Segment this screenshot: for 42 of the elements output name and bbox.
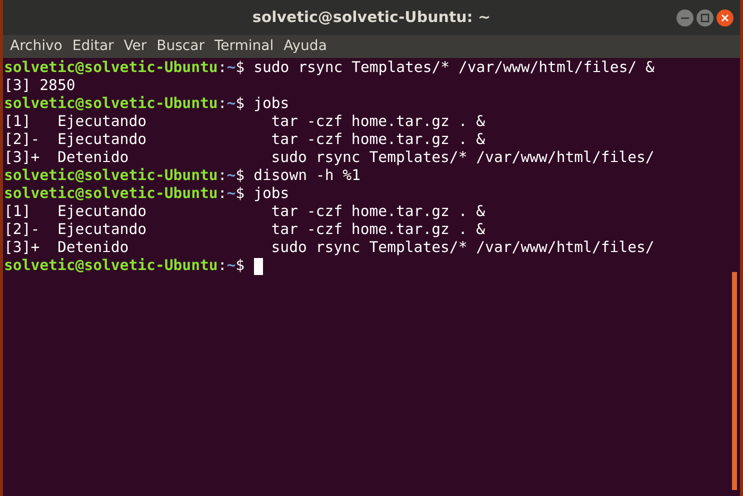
- output-line: [2]- Ejecutando tar -czf home.tar.gz . &: [4, 221, 486, 239]
- output-line: [3]+ Detenido sudo rsync Templates/* /var/www/html/files/: [4, 239, 654, 257]
- prompt-user-host: solvetic@solvetic-Ubuntu: [4, 59, 218, 77]
- command-text: jobs: [254, 95, 290, 113]
- prompt-user-host: solvetic@solvetic-Ubuntu: [4, 95, 218, 113]
- output-line: [3]+ Detenido sudo rsync Templates/* /var/www/html/files/: [4, 149, 654, 167]
- prompt-directory: ~: [226, 59, 236, 77]
- prompt-user-host: solvetic@solvetic-Ubuntu: [4, 257, 218, 275]
- output-line: [3] 2850: [4, 77, 76, 95]
- prompt-directory: ~: [226, 257, 236, 275]
- prompt-symbol: $: [236, 185, 245, 203]
- prompt-colon: :: [218, 167, 227, 185]
- prompt-colon: :: [218, 59, 227, 77]
- prompt-symbol: $: [236, 257, 245, 275]
- text-cursor: [254, 258, 263, 274]
- prompt-directory: ~: [226, 167, 236, 185]
- prompt-user-host: solvetic@solvetic-Ubuntu: [4, 167, 218, 185]
- minimize-icon[interactable]: [676, 9, 694, 27]
- window-title: solvetic@solvetic-Ubuntu: ~: [252, 7, 491, 28]
- prompt-directory: ~: [226, 95, 236, 113]
- menu-item[interactable]: Editar: [72, 36, 114, 57]
- output-line: [1] Ejecutando tar -czf home.tar.gz . &: [4, 113, 486, 131]
- prompt-symbol: $: [236, 59, 245, 77]
- prompt-colon: :: [218, 95, 227, 113]
- prompt-directory: ~: [226, 185, 236, 203]
- prompt-user-host: solvetic@solvetic-Ubuntu: [4, 185, 218, 203]
- menu-item[interactable]: Terminal: [214, 36, 274, 57]
- command-text: jobs: [254, 185, 290, 203]
- prompt-symbol: $: [236, 167, 245, 185]
- prompt-colon: :: [218, 185, 227, 203]
- output-line: [2]- Ejecutando tar -czf home.tar.gz . &: [4, 131, 486, 149]
- scrollbar[interactable]: [732, 272, 737, 490]
- menu-item[interactable]: Ayuda: [284, 36, 327, 57]
- command-text: disown -h %1: [254, 167, 360, 185]
- menu-item[interactable]: Archivo: [10, 36, 62, 57]
- close-icon[interactable]: [716, 9, 734, 27]
- output-line: [1] Ejecutando tar -czf home.tar.gz . &: [4, 203, 486, 221]
- prompt-colon: :: [218, 257, 227, 275]
- menu-item[interactable]: Ver: [124, 36, 147, 57]
- menu-item[interactable]: Buscar: [156, 36, 204, 57]
- prompt-symbol: $: [236, 95, 245, 113]
- command-text: sudo rsync Templates/* /var/www/html/files/ &: [254, 59, 654, 77]
